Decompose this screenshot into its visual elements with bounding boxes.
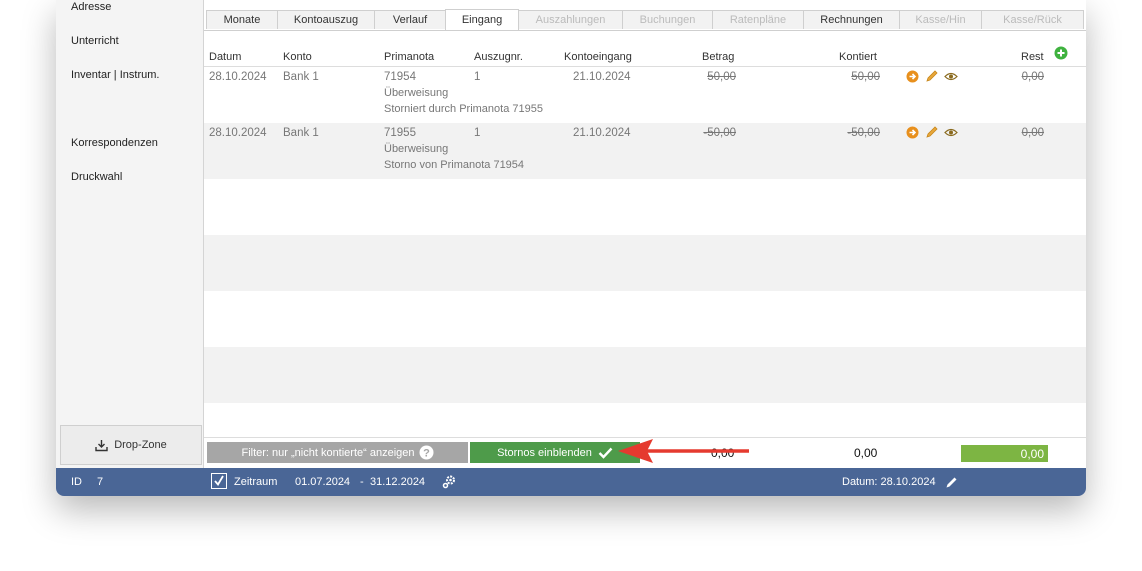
tab-monate[interactable]: Monate: [206, 10, 278, 29]
sum-rest: 0,00: [961, 445, 1048, 462]
zeitraum-from[interactable]: 01.07.2024: [295, 476, 350, 488]
sidebar: Adresse Unterricht Inventar | Instrum. K…: [56, 0, 204, 468]
annotation-arrow-icon: [618, 439, 749, 463]
tab-buchungen[interactable]: Buchungen: [622, 10, 713, 29]
arrow-right-circle-icon[interactable]: [906, 70, 919, 83]
col-header-datum: Datum: [209, 51, 242, 63]
tab-verlauf[interactable]: Verlauf: [374, 10, 446, 29]
zeitraum-to[interactable]: 31.12.2024: [370, 476, 425, 488]
main-panel: Monate Kontoauszug Verlauf Eingang Ausza…: [204, 0, 1086, 469]
sidebar-item-unterricht[interactable]: Unterricht: [71, 35, 119, 47]
row-primanota: 71954: [384, 71, 416, 83]
row-kontoeingang: 21.10.2024: [573, 71, 631, 83]
col-header-rest: Rest: [1021, 51, 1044, 63]
add-icon[interactable]: [1054, 46, 1068, 60]
sidebar-item-adresse[interactable]: Adresse: [71, 1, 111, 13]
col-header-primanota: Primanota: [384, 51, 435, 63]
row-rest: 0,00: [1021, 71, 1044, 83]
sidebar-item-korrespondenzen[interactable]: Korrespondenzen: [71, 137, 158, 149]
row-typ: Überweisung: [384, 87, 449, 99]
row-konto: Bank 1: [283, 71, 319, 83]
empty-row: [204, 235, 1086, 291]
sidebar-item-druckwahl[interactable]: Druckwahl: [71, 171, 122, 183]
id-value: 7: [97, 476, 104, 488]
help-icon[interactable]: ?: [419, 445, 434, 460]
tab-auszahlungen[interactable]: Auszahlungen: [518, 10, 623, 29]
row-auszugnr: 1: [474, 71, 481, 83]
row-konto: Bank 1: [283, 127, 319, 139]
col-header-betrag: Betrag: [702, 51, 735, 63]
sum-kontiert: 0,00: [854, 446, 878, 460]
check-icon: [214, 475, 224, 487]
status-bar: ID 7 Zeitraum 01.07.2024 - 31.12.2024 Da…: [56, 468, 1086, 496]
table-row[interactable]: 28.10.2024 Bank 1 71954 Überweisung Stor…: [204, 67, 1086, 123]
col-header-kontoeingang: Kontoeingang: [564, 51, 632, 63]
app-window: Adresse Unterricht Inventar | Instrum. K…: [56, 0, 1086, 496]
col-header-auszugnr: Auszugnr.: [474, 51, 523, 63]
row-actions: [906, 70, 958, 83]
drop-zone-label: Drop-Zone: [114, 439, 167, 451]
empty-row: [204, 347, 1086, 403]
row-kontiert: 50,00: [851, 71, 880, 83]
filter-button[interactable]: Filter: nur „nicht kontierte“ anzeigen ?: [207, 442, 468, 463]
filter-button-label: Filter: nur „nicht kontierte“ anzeigen: [241, 446, 415, 459]
row-note: Storniert durch Primanota 71955: [384, 103, 543, 115]
row-betrag: -50,00: [703, 127, 736, 139]
tab-eingang[interactable]: Eingang: [445, 9, 519, 30]
col-header-konto: Konto: [283, 51, 312, 63]
row-datum: 28.10.2024: [209, 71, 267, 83]
datum-label: Datum: 28.10.2024: [842, 476, 936, 488]
zeitraum-label: Zeitraum: [234, 476, 278, 488]
tab-bar: Monate Kontoauszug Verlauf Eingang Ausza…: [204, 9, 1086, 31]
tab-kasse-rueck[interactable]: Kasse/Rück: [981, 10, 1084, 29]
row-betrag: 50,00: [707, 71, 736, 83]
id-label: ID: [71, 476, 82, 488]
pencil-icon[interactable]: [925, 126, 938, 139]
tab-kontoauszug[interactable]: Kontoauszug: [277, 10, 375, 29]
eye-icon[interactable]: [944, 70, 958, 83]
sidebar-item-inventar[interactable]: Inventar | Instrum.: [71, 69, 159, 81]
row-auszugnr: 1: [474, 127, 481, 139]
arrow-right-circle-icon[interactable]: [906, 126, 919, 139]
row-rest: 0,00: [1021, 127, 1044, 139]
settings-gear-icon[interactable]: [442, 474, 457, 489]
row-actions: [906, 126, 958, 139]
eye-icon[interactable]: [944, 126, 958, 139]
table-row[interactable]: 28.10.2024 Bank 1 71955 Überweisung Stor…: [204, 123, 1086, 179]
tab-kasse-hin[interactable]: Kasse/Hin: [899, 10, 982, 29]
checkmark-icon: [598, 447, 613, 459]
stornos-button-label: Stornos einblenden: [497, 446, 592, 459]
pencil-icon[interactable]: [945, 476, 958, 489]
col-header-kontiert: Kontiert: [839, 51, 877, 63]
tab-ratenplaene[interactable]: Ratenpläne: [712, 10, 804, 29]
tab-rechnungen[interactable]: Rechnungen: [803, 10, 900, 29]
row-note: Storno von Primanota 71954: [384, 159, 525, 171]
row-kontiert: -50,00: [847, 127, 880, 139]
row-datum: 28.10.2024: [209, 127, 267, 139]
row-typ: Überweisung: [384, 143, 449, 155]
svg-text:?: ?: [423, 448, 430, 460]
zeitraum-checkbox[interactable]: [211, 473, 227, 489]
pencil-icon[interactable]: [925, 70, 938, 83]
drop-zone[interactable]: Drop-Zone: [60, 425, 202, 465]
row-primanota: 71955: [384, 127, 416, 139]
row-kontoeingang: 21.10.2024: [573, 127, 631, 139]
upload-icon: [95, 439, 108, 451]
zeitraum-separator: -: [360, 476, 364, 488]
